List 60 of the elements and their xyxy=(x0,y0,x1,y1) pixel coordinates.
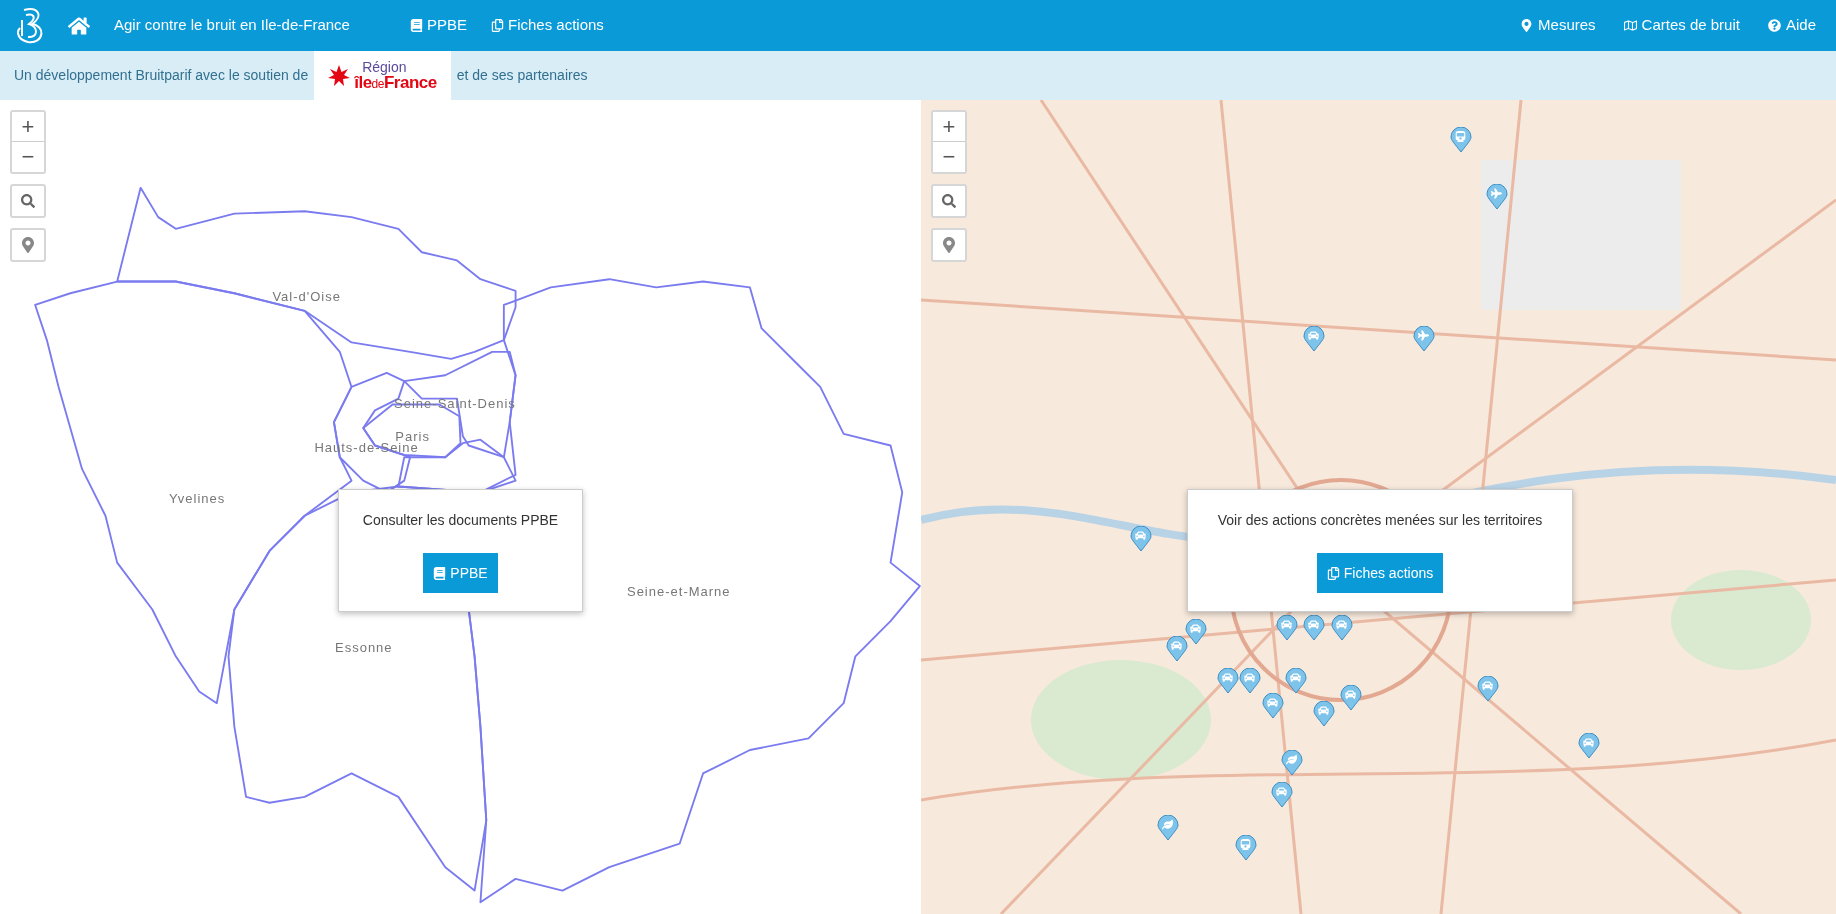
popup-button[interactable]: Fiches actions xyxy=(1316,553,1444,593)
logo-name-text: îledeFrance xyxy=(354,74,437,91)
map-marker-icon[interactable] xyxy=(1303,615,1326,642)
map-marker-icon[interactable] xyxy=(1129,525,1152,552)
nav-link[interactable]: Mesures xyxy=(1520,14,1596,37)
map-marker-icon[interactable] xyxy=(1303,326,1326,353)
map-marker-icon[interactable] xyxy=(1184,619,1207,646)
department-label: Seine-et-Marne xyxy=(626,582,731,601)
department-label: Val-d'Oise xyxy=(272,288,341,307)
nav-link[interactable]: PPBE xyxy=(409,14,467,37)
locate-button[interactable] xyxy=(10,228,46,262)
help-icon xyxy=(1767,19,1781,32)
map-marker-icon[interactable] xyxy=(1234,835,1257,862)
map-marker-icon[interactable] xyxy=(1280,749,1303,776)
map-marker-icon[interactable] xyxy=(1330,615,1353,642)
department-label: Essonne xyxy=(335,639,393,658)
zoom-in-button[interactable]: + xyxy=(933,112,965,142)
map-marker-icon[interactable] xyxy=(1239,668,1262,695)
nav-link[interactable]: Cartes de bruit xyxy=(1623,14,1740,37)
map-icon xyxy=(1623,19,1637,32)
map-marker-icon[interactable] xyxy=(1449,126,1472,153)
map-marker-icon[interactable] xyxy=(1340,684,1363,711)
map-marker-icon[interactable] xyxy=(1157,814,1180,841)
search-icon xyxy=(21,194,35,208)
popup-button[interactable]: PPBE xyxy=(423,553,498,593)
copy-icon xyxy=(491,19,504,32)
logo-region-text: Région xyxy=(361,60,408,74)
map-pin-icon xyxy=(1520,19,1534,32)
popup-text: Voir des actions concrètes menées sur les territoires xyxy=(1217,511,1543,530)
search-icon xyxy=(942,194,956,208)
map-marker-icon[interactable] xyxy=(1216,668,1239,695)
search-button[interactable] xyxy=(931,184,967,218)
map-marker-icon[interactable] xyxy=(1285,668,1308,695)
map-pin-icon xyxy=(21,237,35,253)
home-icon[interactable] xyxy=(68,14,90,37)
star-icon xyxy=(328,64,351,87)
map-marker-icon[interactable] xyxy=(1271,782,1294,809)
zoom-in-button[interactable]: + xyxy=(12,112,44,142)
site-title[interactable]: Agir contre le bruit en Ile-de-France xyxy=(114,14,350,37)
map-pin-icon xyxy=(942,237,956,253)
map-marker-icon[interactable] xyxy=(1276,615,1298,642)
map-marker-icon[interactable] xyxy=(1312,700,1335,727)
department-label: Paris xyxy=(395,428,430,445)
nav-link[interactable]: Fiches actions xyxy=(491,14,604,37)
department-label: Yvelines xyxy=(168,490,226,509)
search-button[interactable] xyxy=(10,184,46,218)
book-icon xyxy=(433,566,447,580)
map-marker-icon[interactable] xyxy=(1486,183,1509,210)
map-marker-icon[interactable] xyxy=(1166,635,1189,662)
copy-icon xyxy=(1326,566,1340,580)
map-marker-icon[interactable] xyxy=(1477,676,1500,703)
banner-text: Un développement Bruitparif avec le soutien de xyxy=(14,66,309,85)
book-icon xyxy=(409,19,423,32)
map-marker-icon[interactable] xyxy=(1577,733,1600,760)
popup-text: Consulter les documents PPBE xyxy=(362,511,559,530)
banner-text: et de ses partenaires xyxy=(456,66,588,85)
locate-button[interactable] xyxy=(931,228,967,262)
nav-link[interactable]: Aide xyxy=(1767,14,1816,37)
map-marker-icon[interactable] xyxy=(1262,692,1285,719)
map-marker-icon[interactable] xyxy=(1413,326,1436,353)
